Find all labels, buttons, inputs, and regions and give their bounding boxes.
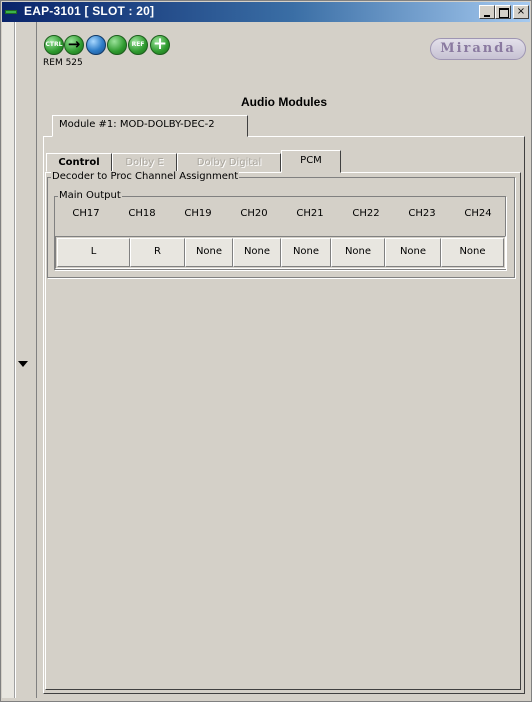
ctrl-status-icon[interactable]: CTRL <box>44 35 64 55</box>
channel-value-ch17[interactable]: L <box>57 238 130 267</box>
maximize-button[interactable] <box>495 5 511 19</box>
window-title: EAP-3101 [ SLOT : 20] <box>24 4 155 18</box>
rem-label: REM 525 <box>43 58 83 68</box>
channel-header-ch19: CH19 <box>184 208 212 219</box>
app-window: EAP-3101 [ SLOT : 20] × CTRL REF REM 525… <box>0 0 532 702</box>
channel-value-ch24[interactable]: None <box>441 238 504 267</box>
side-strip <box>2 22 15 698</box>
add-icon[interactable] <box>150 35 170 55</box>
window-state-icon <box>5 10 17 14</box>
tab-pcm[interactable]: PCM <box>281 150 341 173</box>
tab-dolby-e[interactable]: Dolby E <box>112 153 177 172</box>
content-area: Audio Modules Module #1: MOD-DOLBY-DEC-2… <box>39 91 529 699</box>
channel-value-ch23[interactable]: None <box>385 238 441 267</box>
status-icon-bar: CTRL REF REM 525 Miranda <box>38 22 530 90</box>
channel-header-ch18: CH18 <box>128 208 156 219</box>
loop-arrow-icon[interactable] <box>86 35 106 55</box>
page-title: Audio Modules <box>241 95 327 109</box>
close-button[interactable]: × <box>513 5 529 19</box>
channel-header-ch22: CH22 <box>352 208 380 219</box>
side-panel-gutter <box>15 22 37 698</box>
main-output-group: Main Output CH17 CH18 CH19 CH20 CH21 CH2… <box>54 190 506 270</box>
minimize-button[interactable] <box>479 5 495 19</box>
channel-value-ch18[interactable]: R <box>130 238 185 267</box>
channel-header-ch24: CH24 <box>464 208 492 219</box>
channel-header-ch20: CH20 <box>240 208 268 219</box>
group-title: Decoder to Proc Channel Assignment <box>51 171 240 182</box>
channel-header-ch21: CH21 <box>296 208 324 219</box>
sub-group-title: Main Output <box>58 190 122 201</box>
channel-value-ch20[interactable]: None <box>233 238 281 267</box>
channel-value-ch19[interactable]: None <box>185 238 233 267</box>
tab-control[interactable]: Control <box>46 153 112 172</box>
channel-value-ch21[interactable]: None <box>281 238 331 267</box>
ref-status-icon[interactable]: REF <box>128 35 148 55</box>
tab-dolby-digital[interactable]: Dolby Digital <box>177 153 281 172</box>
channel-value-ch22[interactable]: None <box>331 238 385 267</box>
audio-status-icon[interactable] <box>107 35 127 55</box>
channel-header-ch23: CH23 <box>408 208 436 219</box>
channel-header-ch17: CH17 <box>72 208 100 219</box>
input-arrow-icon[interactable] <box>64 35 84 55</box>
miranda-logo: Miranda <box>430 38 526 60</box>
channel-assignment-group: Decoder to Proc Channel Assignment Main … <box>47 171 515 278</box>
collapse-arrow-icon[interactable] <box>18 361 28 367</box>
tab-module-1[interactable]: Module #1: MOD-DOLBY-DEC-2 <box>52 115 248 137</box>
title-bar[interactable]: EAP-3101 [ SLOT : 20] × <box>2 2 530 22</box>
